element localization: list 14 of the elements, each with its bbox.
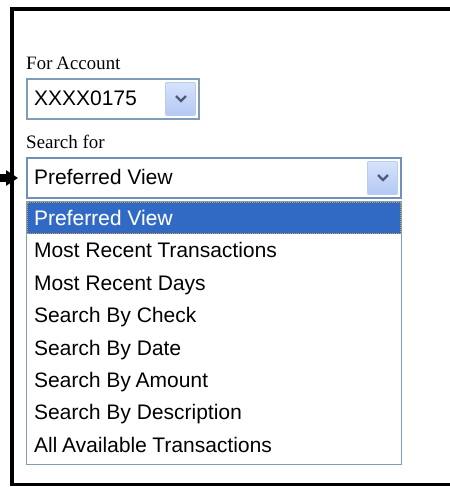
- dropdown-option[interactable]: Preferred View: [27, 202, 401, 234]
- field-label: For Account: [26, 52, 122, 76]
- account-dropdown[interactable]: XXXX0175: [26, 78, 200, 120]
- dropdown-option[interactable]: All Available Transactions: [27, 428, 401, 462]
- dropdown-option[interactable]: Most Recent Transactions: [27, 234, 401, 267]
- dropdown-option[interactable]: Search By Check: [27, 299, 401, 332]
- dropdown-option[interactable]: Search By Date: [27, 332, 401, 364]
- dropdown-option[interactable]: Most Recent Days: [27, 266, 401, 300]
- dropdown-option[interactable]: Search By Description: [27, 396, 401, 429]
- dropdown-caret-icon[interactable]: [367, 161, 398, 195]
- field-label: Search for: [26, 131, 106, 155]
- dropdown-option[interactable]: Search By Amount: [27, 364, 401, 396]
- dropdown-caret-icon[interactable]: [165, 82, 196, 116]
- search-dropdown[interactable]: Preferred View: [26, 157, 402, 199]
